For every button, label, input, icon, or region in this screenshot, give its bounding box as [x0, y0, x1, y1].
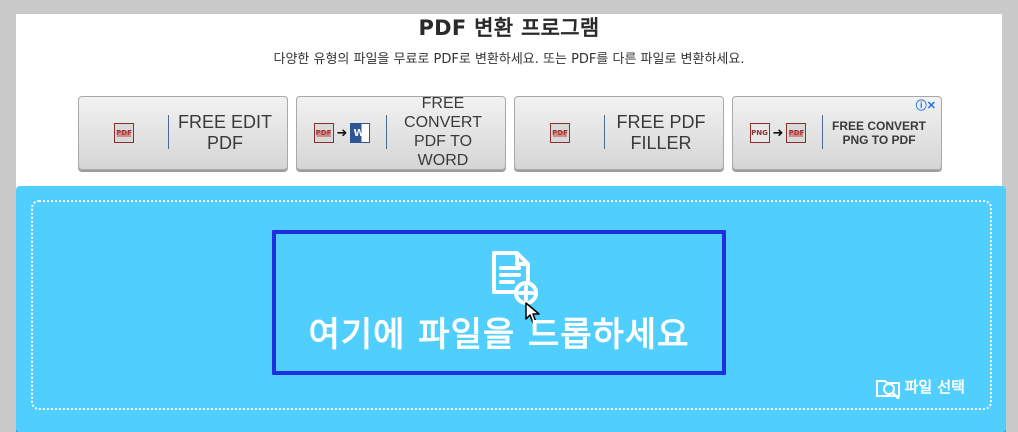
ad-text-line-1: FREE CONVERT [404, 96, 482, 132]
file-drop-zone[interactable]: 여기에 파일을 드롭하세요 파일 선택 [16, 186, 1006, 432]
ad-convert-pdf-to-word[interactable]: PDF ➜ W FREE CONVERT PDF TO WORD [296, 96, 506, 170]
select-file-label: 파일 선택 [904, 378, 965, 396]
main-content: PDF 변환 프로그램 다양한 유형의 파일을 무료로 PDF로 변환하세요. … [16, 14, 1006, 432]
ad-text-line-2: FILLER [630, 133, 692, 153]
select-file-button[interactable]: 파일 선택 [875, 375, 965, 399]
ad-free-pdf-filler[interactable]: PDF FREE PDF FILLER [514, 96, 724, 170]
png-to-pdf-icon: PNG ➜ PDF [733, 97, 823, 169]
ad-text-line-2: PNG TO PDF [842, 133, 916, 147]
ad-text-line-2: PDF [207, 133, 243, 153]
pdf-icon: PDF [79, 97, 169, 169]
active-drop-target[interactable]: 여기에 파일을 드롭하세요 [272, 230, 726, 375]
ad-text: FREE CONVERT PNG TO PDF [823, 119, 941, 147]
ad-convert-png-to-pdf[interactable]: ⓘ✕ PNG ➜ PDF FREE CONVERT PNG TO PDF [732, 96, 942, 170]
pdf-converter-page: PDF 변환 프로그램 다양한 유형의 파일을 무료로 PDF로 변환하세요. … [0, 0, 1018, 432]
ad-banner-row: PDF FREE EDIT PDF PDF ➜ W FREE CONVERT P… [78, 96, 944, 174]
ad-text-line-1: FREE PDF [616, 111, 706, 132]
ad-text-line-2: PDF TO WORD [413, 133, 473, 169]
page-title: PDF 변환 프로그램 [418, 16, 600, 40]
file-plus-icon [492, 251, 538, 305]
ad-text: FREE PDF FILLER [605, 112, 723, 154]
ad-text: FREE CONVERT PDF TO WORD [387, 96, 505, 169]
ad-info-close-icon[interactable]: ⓘ✕ [916, 100, 936, 112]
pdf-to-word-icon: PDF ➜ W [297, 97, 387, 169]
page-subtitle: 다양한 유형의 파일을 무료로 PDF로 변환하세요. 또는 PDF를 다른 파… [273, 52, 745, 67]
drop-files-text: 여기에 파일을 드롭하세요 [308, 315, 690, 355]
ad-free-edit-pdf[interactable]: PDF FREE EDIT PDF [78, 96, 288, 170]
ad-text-line-1: FREE EDIT [177, 111, 272, 132]
pdf-icon: PDF [515, 97, 605, 169]
folder-search-icon [875, 380, 900, 399]
ad-text-line-1: FREE CONVERT [831, 118, 926, 133]
ad-text: FREE EDIT PDF [169, 112, 287, 154]
